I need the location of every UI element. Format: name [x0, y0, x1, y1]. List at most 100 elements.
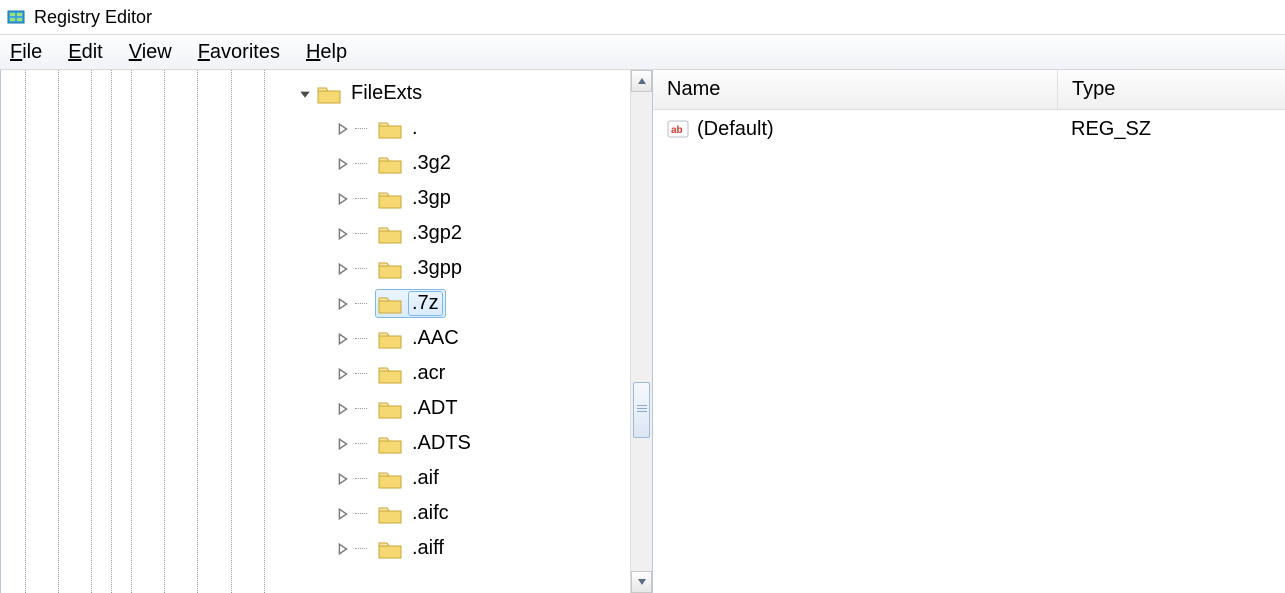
value-name-cell: ab (Default) — [653, 118, 1057, 141]
folder-icon — [317, 83, 341, 105]
expand-icon[interactable] — [337, 228, 349, 240]
expand-icon[interactable] — [337, 403, 349, 415]
expand-icon[interactable] — [337, 158, 349, 170]
tree-connector — [355, 443, 367, 444]
expand-icon[interactable] — [337, 438, 349, 450]
tree-node-fileexts[interactable]: FileExts — [299, 76, 652, 111]
menu-edit[interactable]: Edit — [68, 41, 102, 64]
tree-connector — [355, 408, 367, 409]
tree: FileExts . .3g2 .3gp .3gp2 .3gpp .7z .AAC .acr.… — [299, 76, 652, 566]
tree-node-label: .aif — [408, 466, 443, 491]
tree-node-label: .AAC — [408, 326, 463, 351]
tree-children: . .3g2 .3gp .3gp2 .3gpp .7z .AAC .acr .ADT .ADTS.… — [337, 111, 652, 566]
string-value-icon: ab — [667, 119, 689, 139]
tree-node-label: .3gpp — [408, 256, 466, 281]
tree-node[interactable]: .3gp — [337, 181, 652, 216]
tree-connector — [355, 128, 367, 129]
column-headers: Name Type — [653, 70, 1285, 110]
expand-icon[interactable] — [337, 368, 349, 380]
folder-icon — [378, 538, 402, 560]
expand-icon[interactable] — [337, 263, 349, 275]
tree-node[interactable]: . — [337, 111, 652, 146]
expand-icon[interactable] — [337, 543, 349, 555]
menu-view[interactable]: View — [129, 41, 172, 64]
window-title: Registry Editor — [34, 7, 152, 28]
tree-connector — [355, 233, 367, 234]
tree-node[interactable]: .aifc — [337, 496, 652, 531]
folder-icon — [378, 433, 402, 455]
tree-node[interactable]: .3gpp — [337, 251, 652, 286]
expand-icon[interactable] — [337, 508, 349, 520]
tree-connector — [355, 268, 367, 269]
tree-connector — [355, 478, 367, 479]
tree-node-body[interactable]: .aif — [375, 464, 446, 493]
tree-node-body[interactable]: .3g2 — [375, 149, 458, 178]
tree-node-body[interactable]: .3gp — [375, 184, 458, 213]
tree-node-body[interactable]: . — [375, 114, 425, 143]
folder-icon — [378, 293, 402, 315]
tree-node-label: .3g2 — [408, 151, 455, 176]
tree-node[interactable]: .AAC — [337, 321, 652, 356]
tree-node-label: .3gp — [408, 186, 455, 211]
scroll-down-button[interactable] — [631, 571, 652, 593]
folder-icon — [378, 468, 402, 490]
menu-file[interactable]: File — [10, 41, 42, 64]
scroll-track[interactable] — [631, 92, 652, 571]
expand-icon[interactable] — [337, 123, 349, 135]
menu-favorites[interactable]: Favorites — [198, 41, 280, 64]
values-pane[interactable]: Name Type ab (Default) REG_SZ — [653, 70, 1285, 593]
tree-node-label: .ADTS — [408, 431, 475, 456]
client-area: FileExts . .3g2 .3gp .3gp2 .3gpp .7z .AAC .acr.… — [0, 70, 1285, 593]
svg-text:ab: ab — [671, 125, 683, 136]
tree-connector — [355, 548, 367, 549]
tree-connector — [355, 303, 367, 304]
tree-node[interactable]: .aiff — [337, 531, 652, 566]
regedit-icon — [6, 7, 26, 27]
tree-node-label: .ADT — [408, 396, 462, 421]
tree-node-label: FileExts — [347, 81, 426, 106]
value-row[interactable]: ab (Default) REG_SZ — [653, 110, 1285, 148]
menu-help[interactable]: Help — [306, 41, 347, 64]
tree-node[interactable]: .7z — [337, 286, 652, 321]
tree-node-body[interactable]: .3gp2 — [375, 219, 469, 248]
tree-node-body[interactable]: .acr — [375, 359, 452, 388]
tree-node[interactable]: .acr — [337, 356, 652, 391]
value-type: REG_SZ — [1071, 118, 1151, 141]
expand-icon[interactable] — [337, 193, 349, 205]
folder-icon — [378, 118, 402, 140]
vertical-scrollbar[interactable] — [630, 70, 652, 593]
tree-node-body[interactable]: .aifc — [375, 499, 456, 528]
expand-icon[interactable] — [337, 333, 349, 345]
tree-node[interactable]: .3gp2 — [337, 216, 652, 251]
tree-node[interactable]: .ADTS — [337, 426, 652, 461]
tree-pane[interactable]: FileExts . .3g2 .3gp .3gp2 .3gpp .7z .AAC .acr.… — [1, 70, 653, 593]
tree-node-label: . — [408, 116, 422, 141]
folder-icon — [378, 223, 402, 245]
tree-node-body[interactable]: .AAC — [375, 324, 466, 353]
tree-node-body[interactable]: .3gpp — [375, 254, 469, 283]
tree-node[interactable]: .ADT — [337, 391, 652, 426]
scroll-thumb[interactable] — [633, 382, 650, 438]
folder-icon — [378, 258, 402, 280]
expand-icon[interactable] — [337, 473, 349, 485]
folder-icon — [378, 153, 402, 175]
tree-node-label: .3gp2 — [408, 221, 466, 246]
scroll-up-button[interactable] — [631, 70, 652, 92]
folder-icon — [378, 363, 402, 385]
tree-connector — [355, 198, 367, 199]
collapse-icon[interactable] — [299, 88, 311, 100]
tree-node[interactable]: .3g2 — [337, 146, 652, 181]
folder-icon — [378, 188, 402, 210]
tree-node-label: .aifc — [408, 501, 453, 526]
folder-icon — [378, 503, 402, 525]
column-header-type[interactable]: Type — [1057, 70, 1285, 109]
column-header-name[interactable]: Name — [653, 70, 1057, 109]
expand-icon[interactable] — [337, 298, 349, 310]
tree-node[interactable]: .aif — [337, 461, 652, 496]
tree-node-body[interactable]: .7z — [375, 289, 446, 318]
tree-node-body[interactable]: .aiff — [375, 534, 451, 563]
tree-connector — [355, 163, 367, 164]
tree-node-body[interactable]: .ADT — [375, 394, 465, 423]
tree-node-label: .acr — [408, 361, 449, 386]
tree-node-body[interactable]: .ADTS — [375, 429, 478, 458]
